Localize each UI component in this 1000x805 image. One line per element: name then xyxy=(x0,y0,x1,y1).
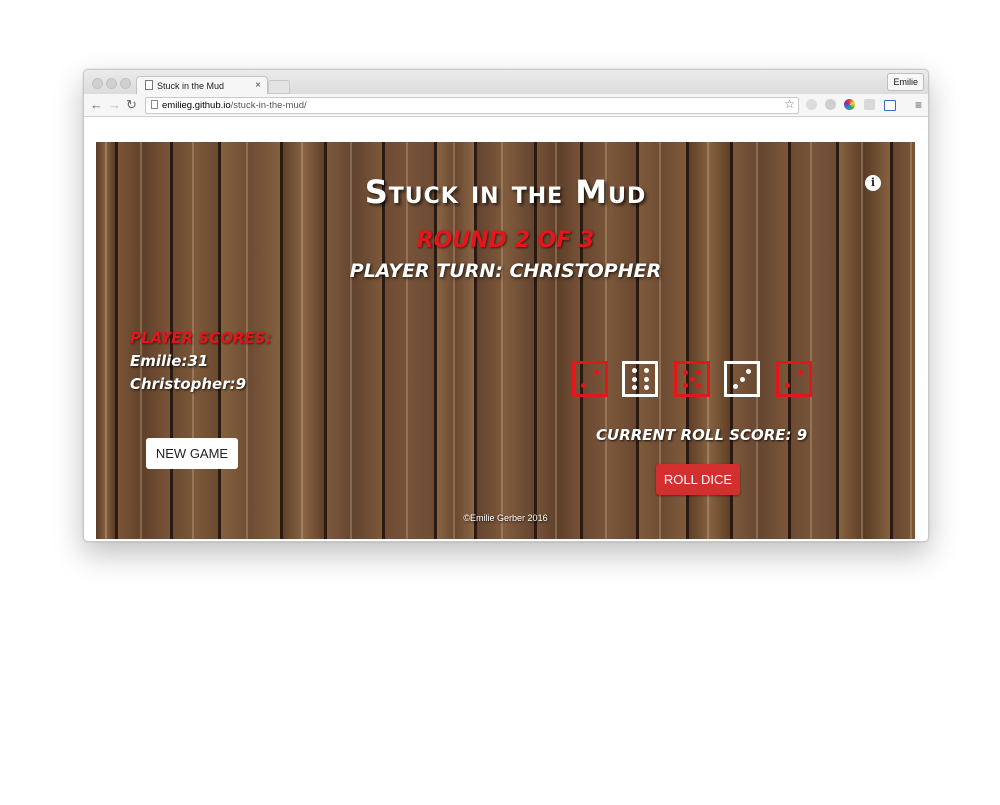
die-pip xyxy=(682,383,688,389)
die-pip xyxy=(798,369,804,375)
reload-icon[interactable]: ↻ xyxy=(126,97,137,113)
title-bar: Stuck in the Mud × Emilie xyxy=(84,70,928,95)
browser-window: Stuck in the Mud × Emilie ← → ↻ emilieg.… xyxy=(83,69,929,542)
url-text: emilieg.github.io/stuck-in-the-mud/ xyxy=(162,98,307,113)
die-pip xyxy=(739,376,745,382)
extension-sync-icon[interactable] xyxy=(806,99,817,110)
score-christopher: Christopher:9 xyxy=(130,375,247,393)
roll-dice-button[interactable]: ROLL DICE xyxy=(656,464,740,495)
die-pip xyxy=(732,384,738,389)
die-pip xyxy=(682,369,688,375)
back-icon[interactable]: ← xyxy=(90,97,103,113)
browser-toolbar: ← → ↻ emilieg.github.io/stuck-in-the-mud… xyxy=(84,94,928,117)
round-indicator: ROUND 2 OF 3 xyxy=(416,228,595,253)
profile-button[interactable]: Emilie xyxy=(887,73,924,91)
url-path: /stuck-in-the-mud/ xyxy=(230,100,307,111)
scores-heading: PLAYER SCORES: xyxy=(130,329,272,347)
die xyxy=(622,361,658,397)
die-pip xyxy=(631,384,637,390)
score-emilie: Emilie:31 xyxy=(130,352,209,370)
die xyxy=(674,361,710,397)
extension-screen-icon[interactable] xyxy=(884,100,896,111)
new-tab-button[interactable] xyxy=(268,80,290,94)
browser-tab[interactable]: Stuck in the Mud × xyxy=(136,76,268,95)
die-pip xyxy=(631,368,637,374)
page-icon xyxy=(145,80,153,90)
extension-m-icon[interactable] xyxy=(825,99,836,110)
game-board: Stuck in the Mud i ROUND 2 OF 3 PLAYER T… xyxy=(96,142,915,539)
new-game-button[interactable]: NEW GAME xyxy=(146,438,238,469)
die-pip xyxy=(696,369,702,375)
address-bar[interactable]: emilieg.github.io/stuck-in-the-mud/ ☆ xyxy=(145,97,799,114)
die-pip xyxy=(594,369,600,375)
die xyxy=(724,361,760,397)
die-pip xyxy=(643,368,649,374)
bookmark-star-icon[interactable]: ☆ xyxy=(784,97,795,112)
die-pip xyxy=(746,369,752,374)
die-pip xyxy=(643,384,649,390)
minimize-window-button[interactable] xyxy=(106,78,117,89)
die xyxy=(572,361,608,397)
die-pip xyxy=(631,376,637,382)
close-tab-icon[interactable]: × xyxy=(255,77,261,95)
page-viewport: Stuck in the Mud i ROUND 2 OF 3 PLAYER T… xyxy=(84,117,928,541)
maximize-window-button[interactable] xyxy=(120,78,131,89)
player-turn: PLAYER TURN: CHRISTOPHER xyxy=(349,260,662,282)
forward-icon[interactable]: → xyxy=(108,97,121,113)
info-icon[interactable]: i xyxy=(865,175,881,191)
die-pip xyxy=(689,376,695,382)
url-domain: emilieg.github.io xyxy=(162,100,231,111)
game-title: Stuck in the Mud xyxy=(364,173,647,211)
die-pip xyxy=(643,376,649,382)
extension-grid-icon[interactable] xyxy=(864,99,875,110)
current-roll-score: CURRENT ROLL SCORE: 9 xyxy=(596,426,808,444)
menu-icon[interactable]: ≡ xyxy=(915,97,922,113)
page-info-icon xyxy=(151,100,158,109)
extension-color-icon[interactable] xyxy=(844,99,855,110)
die xyxy=(776,361,812,397)
tab-title: Stuck in the Mud xyxy=(157,81,225,91)
footer-copyright: ©Emilie Gerber 2016 xyxy=(463,513,548,523)
die-pip xyxy=(784,383,790,389)
die-pip xyxy=(696,383,702,389)
die-pip xyxy=(580,383,586,389)
close-window-button[interactable] xyxy=(92,78,103,89)
